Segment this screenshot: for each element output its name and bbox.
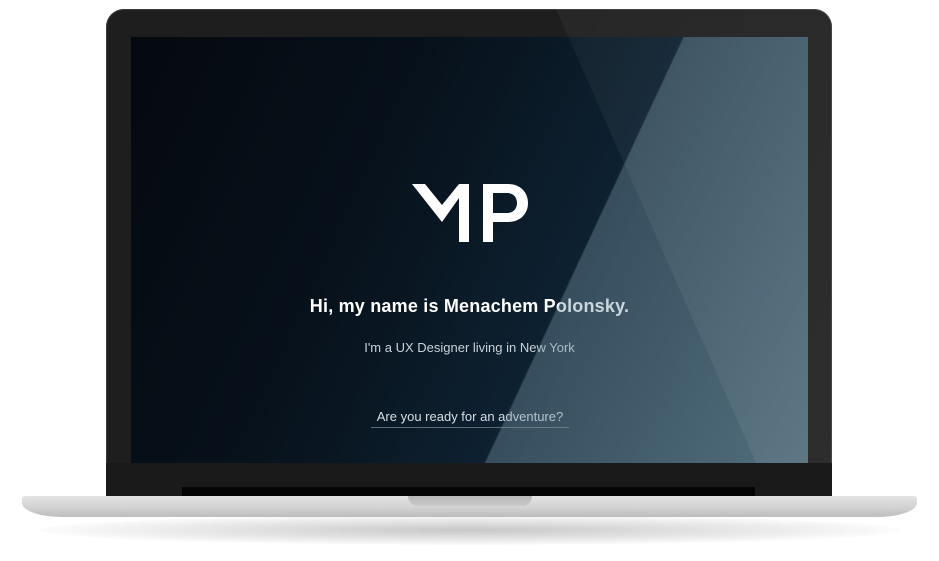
adventure-link[interactable]: Are you ready for an adventure? — [371, 409, 569, 428]
mp-logo-icon — [412, 184, 528, 242]
laptop-shadow — [40, 515, 900, 545]
laptop-notch — [408, 496, 532, 506]
